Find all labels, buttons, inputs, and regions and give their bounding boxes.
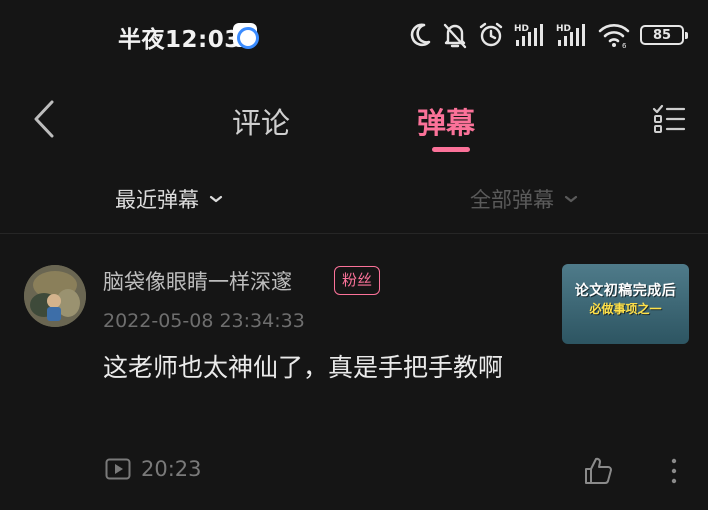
filter-all-label: 全部弹幕 xyxy=(470,188,554,212)
mute-bell-icon xyxy=(443,23,467,49)
filter-recent-label: 最近弹幕 xyxy=(115,188,199,212)
filter-recent-danmaku[interactable]: 最近弹幕 xyxy=(115,184,223,214)
battery-level: 85 xyxy=(652,27,672,43)
more-vertical-icon xyxy=(671,458,677,484)
timestamp: 2022-05-08 23:34:33 xyxy=(103,310,305,332)
chevron-down-icon xyxy=(209,195,223,203)
chevron-down-icon xyxy=(564,195,578,203)
status-time: 半夜12:03 xyxy=(118,27,241,53)
svg-text:6: 6 xyxy=(622,42,627,48)
battery-icon: 85 xyxy=(640,25,688,45)
hd-signal-icon: HD xyxy=(514,24,543,46)
back-button[interactable] xyxy=(26,94,66,144)
play-icon xyxy=(105,458,131,480)
list-menu-button[interactable] xyxy=(651,100,687,136)
video-thumbnail[interactable]: 论文初稿完成后 必做事项之一 xyxy=(562,264,689,344)
filter-all-danmaku[interactable]: 全部弹幕 xyxy=(470,184,578,214)
play-time-label: 20:23 xyxy=(141,457,202,481)
tab-comments[interactable]: 评论 xyxy=(232,100,290,142)
tab-danmaku[interactable]: 弹幕 xyxy=(417,100,475,142)
wifi-icon: 6 xyxy=(598,24,630,48)
avatar-image xyxy=(24,265,86,327)
hd-signal-icon: HD xyxy=(556,24,585,46)
list-item: 脑袋像眼睛一样深邃 粉丝 2022-05-08 23:34:33 这老师也太神仙… xyxy=(0,235,708,510)
svg-text:HD: HD xyxy=(514,24,529,34)
thumbs-up-icon xyxy=(585,457,612,484)
filter-row: 最近弹幕 全部弹幕 xyxy=(0,170,708,234)
avatar[interactable] xyxy=(24,265,86,327)
like-button[interactable] xyxy=(582,455,614,487)
thumbnail-title: 论文初稿完成后 xyxy=(574,283,677,299)
play-position[interactable]: 20:23 xyxy=(105,457,202,481)
list-menu-icon xyxy=(652,104,686,133)
username[interactable]: 脑袋像眼睛一样深邃 xyxy=(103,266,292,296)
alarm-icon xyxy=(479,22,503,47)
danmaku-content: 这老师也太神仙了，真是手把手教啊 xyxy=(103,353,504,382)
back-arrow-icon xyxy=(34,100,54,138)
header: 评论 弹幕 xyxy=(0,70,708,170)
thumbnail-subtitle: 必做事项之一 xyxy=(589,302,662,316)
svg-text:HD: HD xyxy=(556,24,571,34)
more-options-button[interactable] xyxy=(664,455,684,487)
moon-icon xyxy=(410,23,431,47)
status-icons: HD HD 6 85 xyxy=(408,18,688,52)
status-bar: 半夜12:03 HD HD 6 85 xyxy=(0,0,708,70)
app-notification-icon xyxy=(233,23,259,49)
fan-badge: 粉丝 xyxy=(334,266,381,295)
active-tab-indicator xyxy=(432,147,470,152)
